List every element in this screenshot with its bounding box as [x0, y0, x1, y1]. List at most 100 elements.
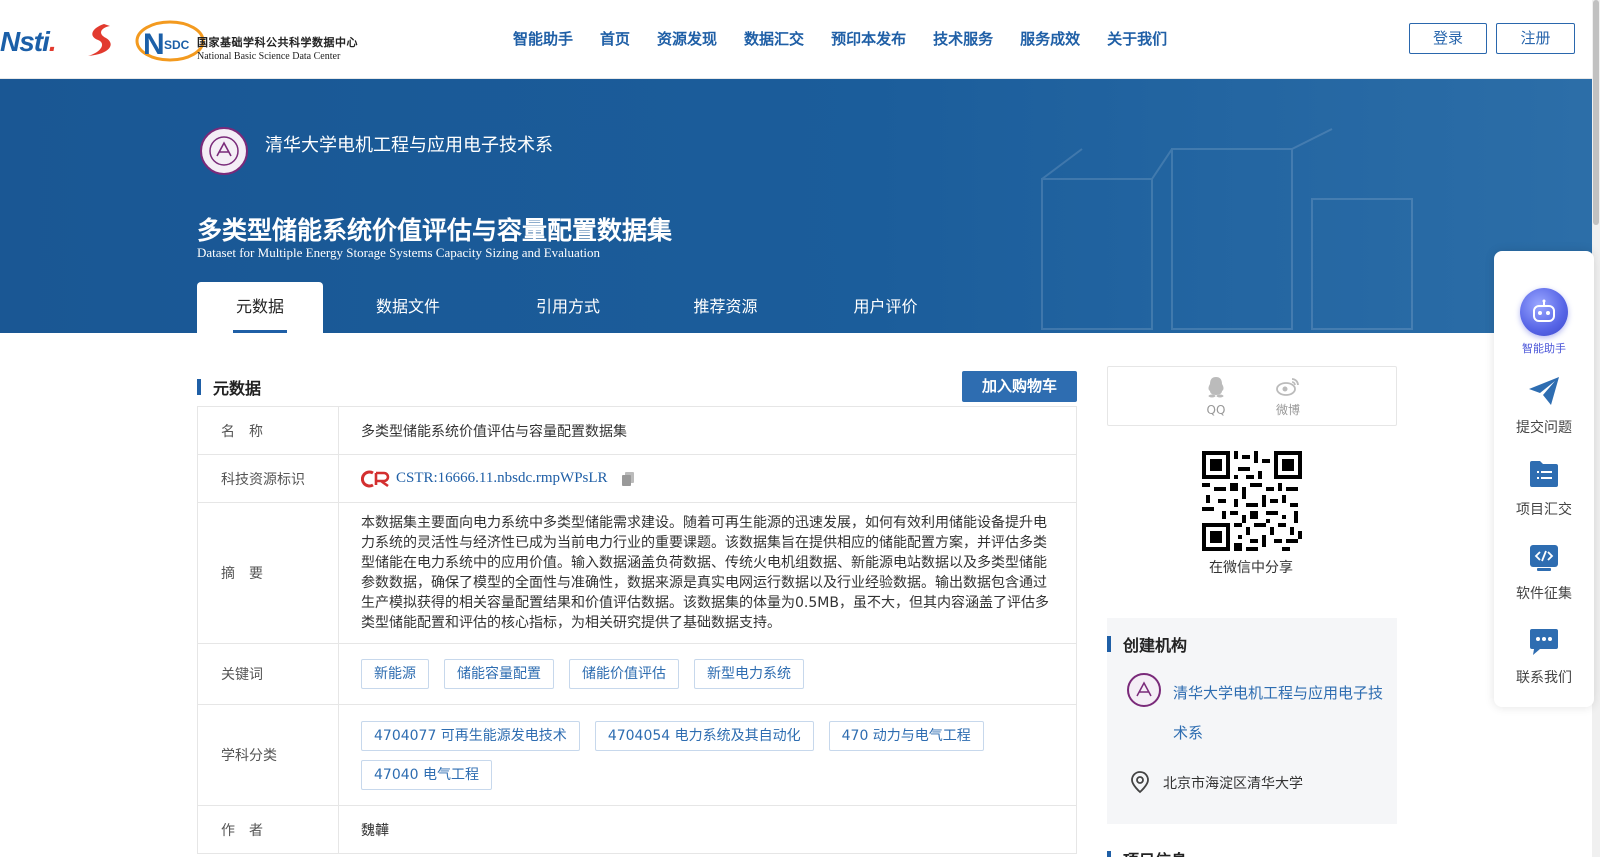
project-section-header: 项目信息 — [1107, 847, 1187, 857]
nsdc-en-name: National Basic Science Data Center — [197, 51, 341, 62]
float-ai-assistant[interactable]: 智能助手 — [1494, 288, 1594, 356]
tab-user-reviews[interactable]: 用户评价 — [808, 282, 963, 333]
cstr-badge-icon — [361, 470, 390, 487]
section-marker — [1107, 851, 1111, 857]
tsinghua-seal-icon — [209, 136, 239, 166]
abstract-value: 本数据集主要面向电力系统中多类型储能需求建设。随着可再生能源的迅速发展，如何有效… — [338, 502, 1077, 644]
share-qq-button[interactable]: QQ — [1196, 376, 1236, 417]
nav-data-submission[interactable]: 数据汇交 — [744, 28, 804, 49]
cstr-logo[interactable]: Nsti. — [0, 26, 57, 58]
table-row: 学科分类 4704077 可再生能源发电技术 4704054 电力系统及其自动化 4… — [197, 704, 1077, 806]
section-marker — [197, 379, 201, 395]
copy-icon[interactable] — [621, 471, 635, 487]
subject-tag[interactable]: 4704077 可再生能源发电技术 — [361, 720, 580, 751]
top-header: Nsti. N SDC 国家基础学科公共科学数据中心 National Basi… — [0, 0, 1600, 79]
banner-decoration — [1041, 128, 1413, 330]
login-button[interactable]: 登录 — [1409, 23, 1487, 54]
float-project-submission[interactable]: 项目汇交 — [1494, 459, 1594, 519]
nsdc-cn-name: 国家基础学科公共科学数据中心 — [197, 36, 358, 49]
institution-logo — [200, 127, 248, 175]
float-contact-us[interactable]: 联系我们 — [1494, 627, 1594, 687]
robot-icon — [1520, 288, 1568, 336]
tab-recommended[interactable]: 推荐资源 — [643, 282, 808, 333]
nav-preprint[interactable]: 预印本发布 — [831, 28, 906, 49]
floating-toolbar: 智能助手 提交问题 项目汇交 软件征集 联系我们 — [1494, 251, 1594, 707]
share-qq-label: QQ — [1206, 403, 1226, 417]
float-contact-label: 联系我们 — [1516, 670, 1572, 686]
identifier-label: 科技资源标识 — [197, 454, 339, 503]
table-row: 摘 要 本数据集主要面向电力系统中多类型储能需求建设。随着可再生能源的迅速发展，… — [197, 502, 1077, 644]
tab-data-files[interactable]: 数据文件 — [323, 282, 493, 333]
authors-label: 作 者 — [197, 805, 339, 854]
qr-caption: 在微信中分享 — [1209, 560, 1293, 576]
paper-plane-icon — [1529, 377, 1559, 405]
folder-list-icon — [1530, 461, 1558, 487]
share-weibo-label: 微博 — [1275, 403, 1300, 417]
location-pin-icon — [1131, 771, 1149, 794]
creator-org-card: 创建机构 清华大学电机工程与应用电子技术系 北京市海淀区清华大学 — [1107, 618, 1397, 824]
metadata-section-header: 元数据 — [197, 375, 261, 399]
org-logo — [1127, 673, 1161, 707]
org-section-title: 创建机构 — [1123, 636, 1188, 655]
table-row: 关键词 新能源 储能容量配置 储能价值评估 新型电力系统 — [197, 643, 1077, 705]
brand-s-logo — [88, 24, 111, 56]
table-row: 科技资源标识 CSTR:16666.11.nbsdc.rmpWPsLR — [197, 454, 1077, 503]
nav-tech-services[interactable]: 技术服务 — [933, 28, 993, 49]
abstract-label: 摘 要 — [197, 502, 339, 644]
share-box: QQ 微博 — [1107, 366, 1397, 426]
metadata-table: 名 称 多类型储能系统价值评估与容量配置数据集 科技资源标识 CSTR:1666… — [197, 406, 1077, 854]
qq-icon — [1208, 377, 1224, 398]
section-marker — [1107, 636, 1111, 652]
code-icon — [1530, 545, 1558, 571]
name-value: 多类型储能系统价值评估与容量配置数据集 — [338, 406, 1077, 455]
float-ai-label: 智能助手 — [1522, 342, 1566, 355]
float-submit-label: 提交问题 — [1516, 420, 1572, 436]
nsdc-logo: N SDC — [135, 20, 205, 62]
subject-tag[interactable]: 4704054 电力系统及其自动化 — [594, 720, 814, 751]
weibo-icon — [1276, 378, 1299, 396]
subject-tag[interactable]: 470 动力与电气工程 — [828, 720, 984, 751]
scrollbar-thumb[interactable] — [1593, 0, 1599, 225]
add-to-cart-button[interactable]: 加入购物车 — [962, 371, 1077, 402]
table-row: 作 者 魏韡 — [197, 805, 1077, 854]
identifier-cell: CSTR:16666.11.nbsdc.rmpWPsLR — [338, 454, 1077, 503]
keyword-tag[interactable]: 新能源 — [361, 659, 429, 689]
svg-text:N: N — [143, 28, 165, 61]
nav-service-results[interactable]: 服务成效 — [1020, 28, 1080, 49]
nav-ai-assistant[interactable]: 智能助手 — [513, 28, 573, 49]
tab-citation[interactable]: 引用方式 — [493, 282, 643, 333]
float-software-collection[interactable]: 软件征集 — [1494, 543, 1594, 603]
keyword-tag[interactable]: 储能价值评估 — [569, 659, 679, 689]
share-weibo-button[interactable]: 微博 — [1268, 376, 1308, 418]
project-section-title: 项目信息 — [1123, 847, 1187, 857]
dataset-banner: 清华大学电机工程与应用电子技术系 多类型储能系统价值评估与容量配置数据集 Dat… — [0, 79, 1592, 333]
subject-tag[interactable]: 47040 电气工程 — [361, 759, 492, 790]
org-name-link[interactable]: 清华大学电机工程与应用电子技术系 — [1173, 673, 1383, 753]
register-button[interactable]: 注册 — [1496, 23, 1575, 54]
dataset-title: 多类型储能系统价值评估与容量配置数据集 — [197, 216, 673, 245]
org-address: 北京市海淀区清华大学 — [1163, 776, 1303, 792]
keywords-label: 关键词 — [197, 643, 339, 705]
nav-home[interactable]: 首页 — [600, 28, 630, 49]
float-software-label: 软件征集 — [1516, 586, 1572, 602]
metadata-section-title: 元数据 — [213, 379, 262, 398]
nav-resource-discovery[interactable]: 资源发现 — [657, 28, 717, 49]
keywords-cell: 新能源 储能容量配置 储能价值评估 新型电力系统 — [338, 643, 1077, 705]
tab-metadata[interactable]: 元数据 — [197, 282, 323, 333]
org-section-header: 创建机构 — [1107, 632, 1187, 656]
name-label: 名 称 — [197, 406, 339, 455]
tsinghua-seal-icon — [1136, 681, 1152, 697]
table-row: 名 称 多类型储能系统价值评估与容量配置数据集 — [197, 406, 1077, 455]
keyword-tag[interactable]: 新型电力系统 — [694, 659, 804, 689]
subjects-cell: 4704077 可再生能源发电技术 4704054 电力系统及其自动化 470 动力… — [338, 704, 1077, 806]
float-submit-question[interactable]: 提交问题 — [1494, 375, 1594, 437]
banner-institution-name[interactable]: 清华大学电机工程与应用电子技术系 — [265, 131, 553, 157]
cstr-identifier-link[interactable]: CSTR:16666.11.nbsdc.rmpWPsLR — [396, 470, 608, 487]
dataset-subtitle: Dataset for Multiple Energy Storage Syst… — [197, 245, 601, 260]
nav-about[interactable]: 关于我们 — [1107, 28, 1167, 49]
keyword-tag[interactable]: 储能容量配置 — [444, 659, 554, 689]
svg-text:SDC: SDC — [164, 38, 190, 52]
float-project-label: 项目汇交 — [1516, 502, 1572, 518]
authors-value[interactable]: 魏韡 — [338, 805, 1077, 854]
nsdc-logo-text: 国家基础学科公共科学数据中心 National Basic Science Da… — [197, 34, 358, 62]
